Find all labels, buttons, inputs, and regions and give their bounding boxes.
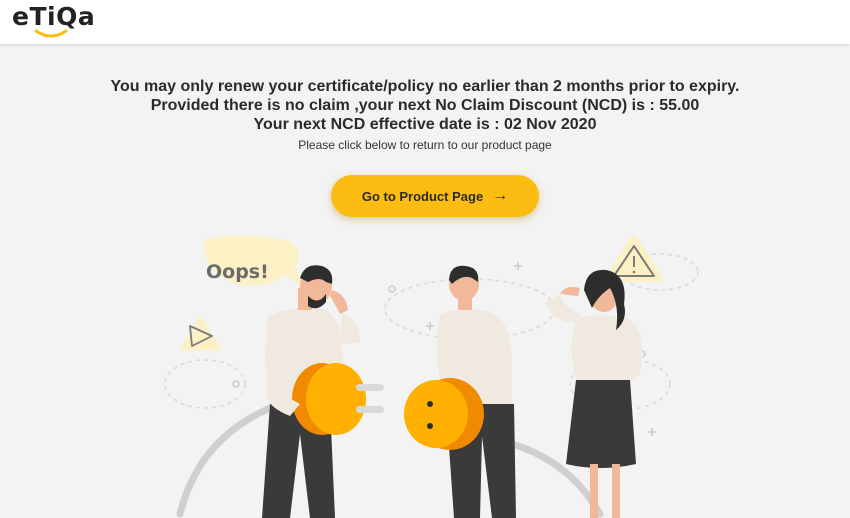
ncd-notice: Provided there is no claim ,your next No… [150,97,700,114]
logo-smile-icon [34,29,68,38]
oops-speech-bubble: Oops! [204,235,305,294]
go-to-product-page-button[interactable]: Go to Product Page → [331,175,539,217]
arrow-right-icon: → [492,187,509,204]
logo-text: eTiQa [12,2,96,31]
woman-right-figure [546,269,643,518]
header: eTiQa [0,0,850,44]
ncd-effective-date: Your next NCD effective date is : 02 Nov… [253,116,597,133]
main-content: Oops! You may only renew your certificat… [0,44,850,518]
warning-icon-right [605,235,663,282]
renewal-notice: You may only renew your certificate/poli… [110,78,740,95]
cta-label: Go to Product Page [361,188,484,204]
warning-icon-left [181,317,221,351]
svg-text:Oops!: Oops! [206,261,269,283]
etiqa-logo[interactable]: eTiQa [12,2,96,40]
return-instruction: Please click below to return to our prod… [298,138,552,152]
plug-female [404,378,484,450]
